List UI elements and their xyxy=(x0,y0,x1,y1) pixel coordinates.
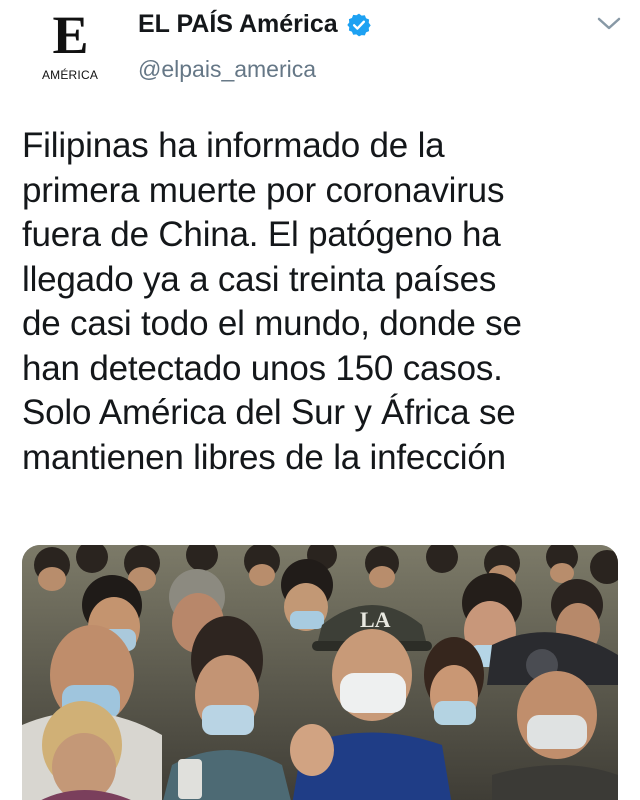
tweet-text-line: fuera de China. El patógeno ha xyxy=(22,215,501,254)
tweet-text-line: han detectado unos 150 casos. xyxy=(22,348,503,388)
tweet-text-line: llegado ya a casi treinta países xyxy=(22,259,497,299)
tweet-photo[interactable]: LA xyxy=(22,545,618,800)
tweet-text: Filipinas ha informado de la primera mue… xyxy=(22,124,622,480)
avatar-logo-subtitle: AMÉRICA xyxy=(41,68,99,82)
cap-logo-text: LA xyxy=(360,607,391,632)
tweet-text-line: de casi todo el mundo, donde se xyxy=(22,304,522,343)
tweet-text-line: Solo América del Sur y África se xyxy=(22,393,516,432)
chevron-down-icon[interactable] xyxy=(594,12,624,36)
account-name[interactable]: EL PAÍS América xyxy=(138,10,372,39)
tweet-text-line: Filipinas ha informado de la xyxy=(22,126,445,165)
crowd-photo-illustration: LA xyxy=(22,545,618,800)
avatar-logo-letter: E xyxy=(52,5,88,65)
tweet-header: E AMÉRICA EL PAÍS América @elpais_americ… xyxy=(0,0,640,100)
tweet-text-line: mantienen libres de la infección xyxy=(22,437,506,477)
account-handle[interactable]: @elpais_america xyxy=(138,56,316,83)
avatar[interactable]: E AMÉRICA xyxy=(30,8,110,84)
account-name-label: EL PAÍS América xyxy=(138,10,338,38)
tweet-text-line: primera muerte por coronavirus xyxy=(22,170,505,210)
verified-badge-icon xyxy=(346,12,372,38)
